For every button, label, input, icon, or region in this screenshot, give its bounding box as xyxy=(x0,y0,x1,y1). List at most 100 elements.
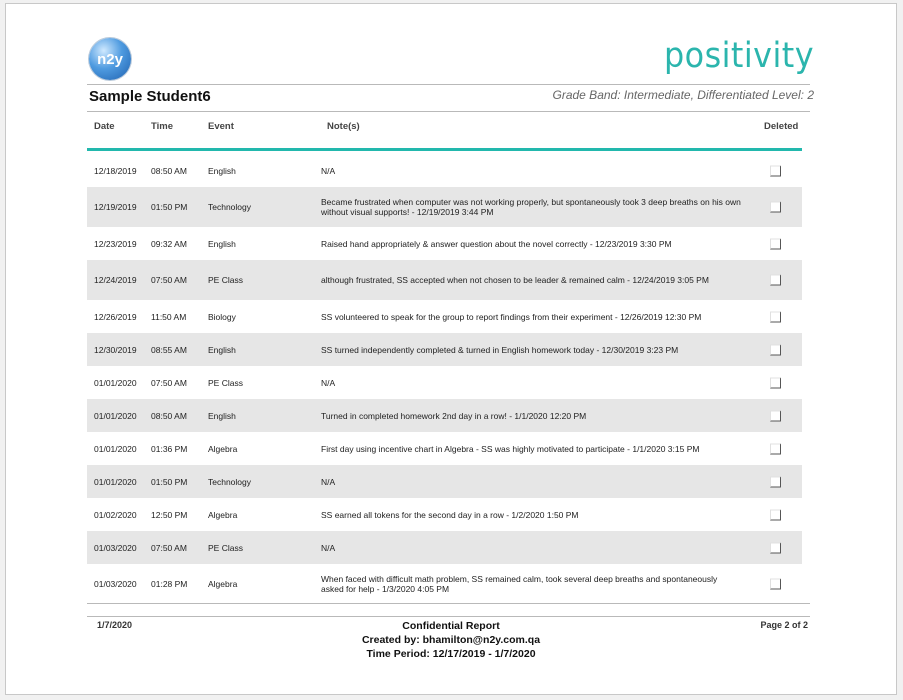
column-header-event: Event xyxy=(208,121,234,132)
cell-time: 08:55 AM xyxy=(151,344,187,355)
student-name: Sample Student6 xyxy=(89,88,211,105)
cell-time: 09:32 AM xyxy=(151,238,187,249)
positivity-logo: positivity xyxy=(664,34,814,80)
cell-date: 01/03/2020 xyxy=(94,542,137,553)
cell-date: 01/03/2020 xyxy=(94,579,137,589)
footer-created-by: Created by: bhamilton@n2y.com.qa xyxy=(361,634,541,646)
cell-event: PE Class xyxy=(208,377,243,388)
footer-divider-top xyxy=(87,603,810,604)
deleted-checkbox[interactable] xyxy=(770,578,781,590)
table-row: 01/01/2020 01:36 PM Algebra First day using… xyxy=(87,432,802,465)
deleted-checkbox[interactable] xyxy=(770,476,781,487)
table-row: 12/30/2019 08:55 AM English SS turned indep… xyxy=(87,333,802,366)
page-number: Page 2 of 2 xyxy=(760,620,808,630)
footer-info: Confidential Report Created by: bhamilto… xyxy=(251,619,651,661)
deleted-checkbox[interactable] xyxy=(770,238,781,249)
table-header: Date Time Event Note(s) Deleted xyxy=(87,121,810,143)
table-row: 12/18/2019 08:50 AM English N/A xyxy=(87,154,802,187)
deleted-checkbox[interactable] xyxy=(770,201,781,213)
cell-date: 01/01/2020 xyxy=(94,410,137,421)
cell-date: 01/02/2020 xyxy=(94,509,137,520)
cell-event: Technology xyxy=(208,202,252,212)
cell-note: N/A xyxy=(321,377,336,388)
cell-event: PE Class xyxy=(208,275,243,285)
cell-note: N/A xyxy=(321,542,336,553)
cell-date: 12/23/2019 xyxy=(94,238,137,249)
table-row: 12/26/2019 11:50 AM Biology SS volunteered … xyxy=(87,300,802,333)
table-row: 12/23/2019 09:32 AM English Raised hand app… xyxy=(87,227,802,260)
cell-event: Algebra xyxy=(208,579,238,589)
cell-date: 12/19/2019 xyxy=(94,202,137,212)
table-row: 01/01/2020 08:50 AM English Turned in compl… xyxy=(87,399,802,432)
cell-event: English xyxy=(208,238,236,249)
deleted-checkbox[interactable] xyxy=(770,377,781,388)
cell-note: When faced with difficult math problem, … xyxy=(321,574,718,594)
brand-text: positivity xyxy=(664,36,814,76)
cell-date: 12/24/2019 xyxy=(94,275,137,285)
column-header-notes: Note(s) xyxy=(327,121,360,132)
cell-event: Algebra xyxy=(208,443,238,454)
footer-date: 1/7/2020 xyxy=(97,620,133,630)
name-divider xyxy=(87,111,810,112)
table-row: 01/01/2020 01:50 PM Technology N/A xyxy=(87,465,802,498)
n2y-logo: n2y xyxy=(89,38,131,80)
cell-time: 12:50 PM xyxy=(151,509,188,520)
cell-event: English xyxy=(208,165,236,176)
cell-note: SS turned independently completed & turn… xyxy=(321,344,679,355)
cell-event: PE Class xyxy=(208,542,243,553)
cell-event: Algebra xyxy=(208,509,238,520)
cell-time: 01:28 PM xyxy=(151,579,188,589)
cell-time: 01:50 PM xyxy=(151,202,188,212)
table-row: 12/24/2019 07:50 AM PE Class although frust… xyxy=(87,260,802,300)
cell-time: 07:50 AM xyxy=(151,542,187,553)
deleted-checkbox[interactable] xyxy=(770,443,781,454)
logo-text: n2y xyxy=(97,51,124,68)
header-accent-rule xyxy=(87,148,802,151)
cell-date: 01/01/2020 xyxy=(94,476,137,487)
cell-time: 11:50 AM xyxy=(151,311,187,322)
events-table: 12/18/2019 08:50 AM English N/A 12/19/2019 01… xyxy=(87,154,802,604)
cell-time: 01:36 PM xyxy=(151,443,188,454)
cell-note: Raised hand appropriately & answer quest… xyxy=(321,238,672,249)
header-divider xyxy=(87,84,810,85)
cell-note: SS volunteered to speak for the group to… xyxy=(321,311,702,322)
cell-time: 07:50 AM xyxy=(151,377,187,388)
table-row: 01/03/2020 07:50 AM PE Class N/A xyxy=(87,531,802,564)
cell-note: Turned in completed homework 2nd day in … xyxy=(321,410,587,421)
cell-time: 01:50 PM xyxy=(151,476,188,487)
table-row: 12/19/2019 01:50 PM Technology Became frust… xyxy=(87,187,802,227)
cell-date: 01/01/2020 xyxy=(94,377,137,388)
cell-event: English xyxy=(208,344,236,355)
column-header-date: Date xyxy=(94,121,115,132)
cell-note: N/A xyxy=(321,165,336,176)
deleted-checkbox[interactable] xyxy=(770,344,781,355)
deleted-checkbox[interactable] xyxy=(770,509,781,520)
cell-note: although frustrated, SS accepted when no… xyxy=(321,275,709,285)
deleted-checkbox[interactable] xyxy=(770,274,781,286)
cell-date: 12/30/2019 xyxy=(94,344,137,355)
deleted-checkbox[interactable] xyxy=(770,542,781,553)
cell-event: English xyxy=(208,410,236,421)
cell-event: Technology xyxy=(208,476,252,487)
cell-date: 01/01/2020 xyxy=(94,443,137,454)
column-header-time: Time xyxy=(151,121,174,132)
cell-time: 08:50 AM xyxy=(151,165,187,176)
cell-time: 08:50 AM xyxy=(151,410,187,421)
footer-divider xyxy=(87,616,810,617)
grade-band: Grade Band: Intermediate, Differentiated… xyxy=(552,88,815,102)
cell-note: SS earned all tokens for the second day … xyxy=(321,509,579,520)
deleted-checkbox[interactable] xyxy=(770,165,781,176)
deleted-checkbox[interactable] xyxy=(770,410,781,421)
table-row: 01/03/2020 01:28 PM Algebra When faced with… xyxy=(87,564,802,604)
deleted-checkbox[interactable] xyxy=(770,311,781,322)
table-row: 01/02/2020 12:50 PM Algebra SS earned all t… xyxy=(87,498,802,531)
footer-time-period: Time Period: 12/17/2019 - 1/7/2020 xyxy=(366,648,536,660)
cell-note: First day using incentive chart in Algeb… xyxy=(321,443,700,454)
column-header-deleted: Deleted xyxy=(764,121,799,132)
cell-date: 12/26/2019 xyxy=(94,311,137,322)
table-row: 01/01/2020 07:50 AM PE Class N/A xyxy=(87,366,802,399)
cell-note: Became frustrated when computer was not … xyxy=(321,197,741,217)
cell-time: 07:50 AM xyxy=(151,275,187,285)
cell-event: Biology xyxy=(208,311,236,322)
cell-note: N/A xyxy=(321,476,336,487)
